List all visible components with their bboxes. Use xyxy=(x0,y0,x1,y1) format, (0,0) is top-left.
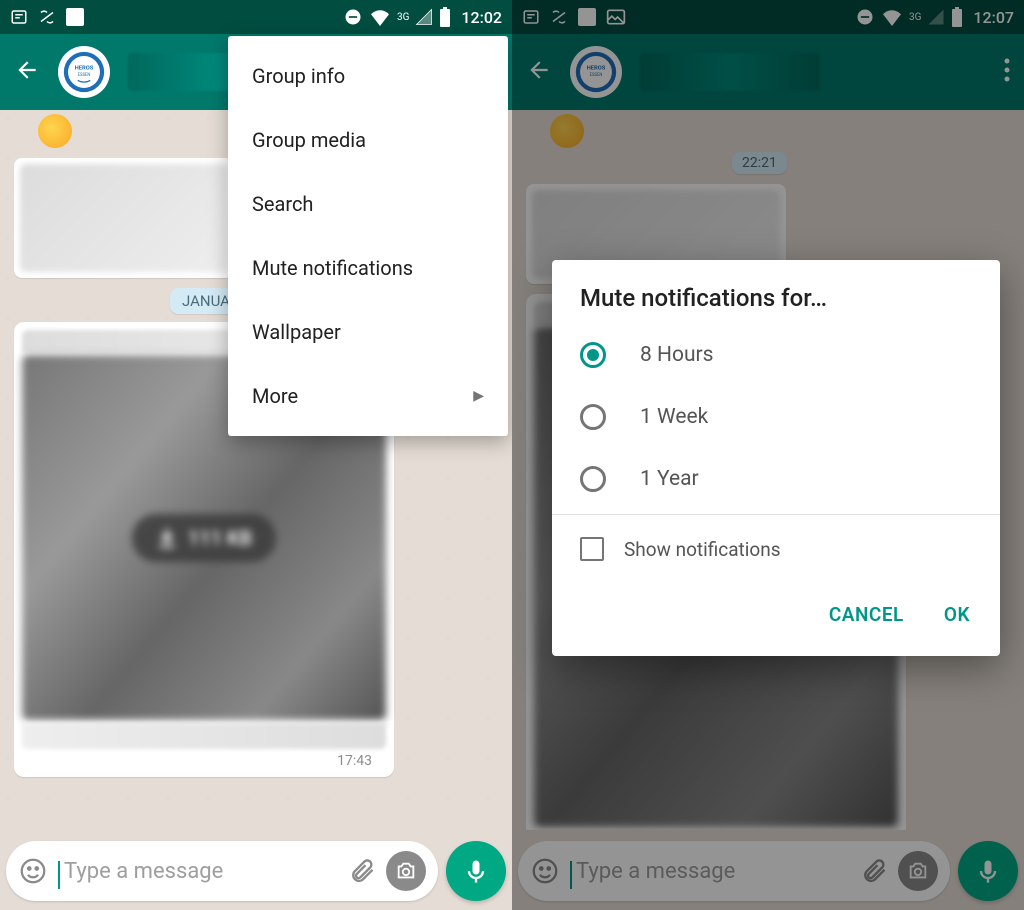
attach-icon[interactable] xyxy=(348,857,376,885)
option-1-week[interactable]: 1 Week xyxy=(552,386,1000,448)
dnd-icon xyxy=(343,7,363,27)
message-bubble[interactable] xyxy=(14,158,234,278)
composer: Type a message xyxy=(6,840,506,902)
screenshot-right: 3G 12:07 HEROSESSEN 22:21 xyxy=(512,0,1024,910)
option-8-hours[interactable]: 8 Hours xyxy=(552,324,1000,386)
menu-group-info[interactable]: Group info xyxy=(228,44,508,108)
show-notifications-row[interactable]: Show notifications xyxy=(552,515,1000,583)
menu-more[interactable]: More ▶ xyxy=(228,364,508,428)
menu-wallpaper[interactable]: Wallpaper xyxy=(228,300,508,364)
emoji-icon[interactable] xyxy=(18,856,48,886)
download-button[interactable]: 111 KB xyxy=(132,514,276,562)
dialog-title: Mute notifications for… xyxy=(552,284,1000,324)
svg-text:ESSEN: ESSEN xyxy=(78,73,91,78)
message-input-bar[interactable]: Type a message xyxy=(6,841,438,901)
network-label: 3G xyxy=(397,13,409,22)
menu-search[interactable]: Search xyxy=(228,172,508,236)
message-time: 17:43 xyxy=(22,749,386,769)
radio-icon xyxy=(580,466,606,492)
menu-mute-notifications[interactable]: Mute notifications xyxy=(228,236,508,300)
mic-button[interactable] xyxy=(446,841,506,901)
notification-icon xyxy=(10,8,28,26)
message-input[interactable]: Type a message xyxy=(58,859,338,884)
radio-icon xyxy=(580,404,606,430)
battery-icon xyxy=(439,7,451,27)
status-bar: 3G 12:02 xyxy=(0,0,512,34)
avatar-emoji xyxy=(38,114,72,148)
radio-selected-icon xyxy=(580,342,606,368)
wifi-icon xyxy=(369,8,391,26)
menu-group-media[interactable]: Group media xyxy=(228,108,508,172)
status-clock: 12:02 xyxy=(461,8,502,27)
overflow-menu: Group info Group media Search Mute notif… xyxy=(228,36,508,436)
download-size: 111 KB xyxy=(188,526,252,550)
mute-dialog: Mute notifications for… 8 Hours 1 Week 1… xyxy=(552,260,1000,656)
camera-icon[interactable] xyxy=(386,851,426,891)
checkbox-icon xyxy=(580,537,604,561)
signal-icon xyxy=(415,8,433,26)
ok-button[interactable]: OK xyxy=(938,595,976,634)
group-avatar[interactable]: HEROS ESSEN xyxy=(58,46,110,98)
notification-square-icon xyxy=(66,8,84,26)
cancel-button[interactable]: CANCEL xyxy=(823,595,910,634)
option-1-year[interactable]: 1 Year xyxy=(552,448,1000,510)
svg-text:HEROS: HEROS xyxy=(75,65,94,71)
screenshot-left: 3G 12:02 HEROSESSEN JANUA xyxy=(0,0,512,910)
notification-icon-2 xyxy=(38,8,56,26)
back-icon[interactable] xyxy=(14,57,40,87)
chevron-right-icon: ▶ xyxy=(473,388,484,404)
